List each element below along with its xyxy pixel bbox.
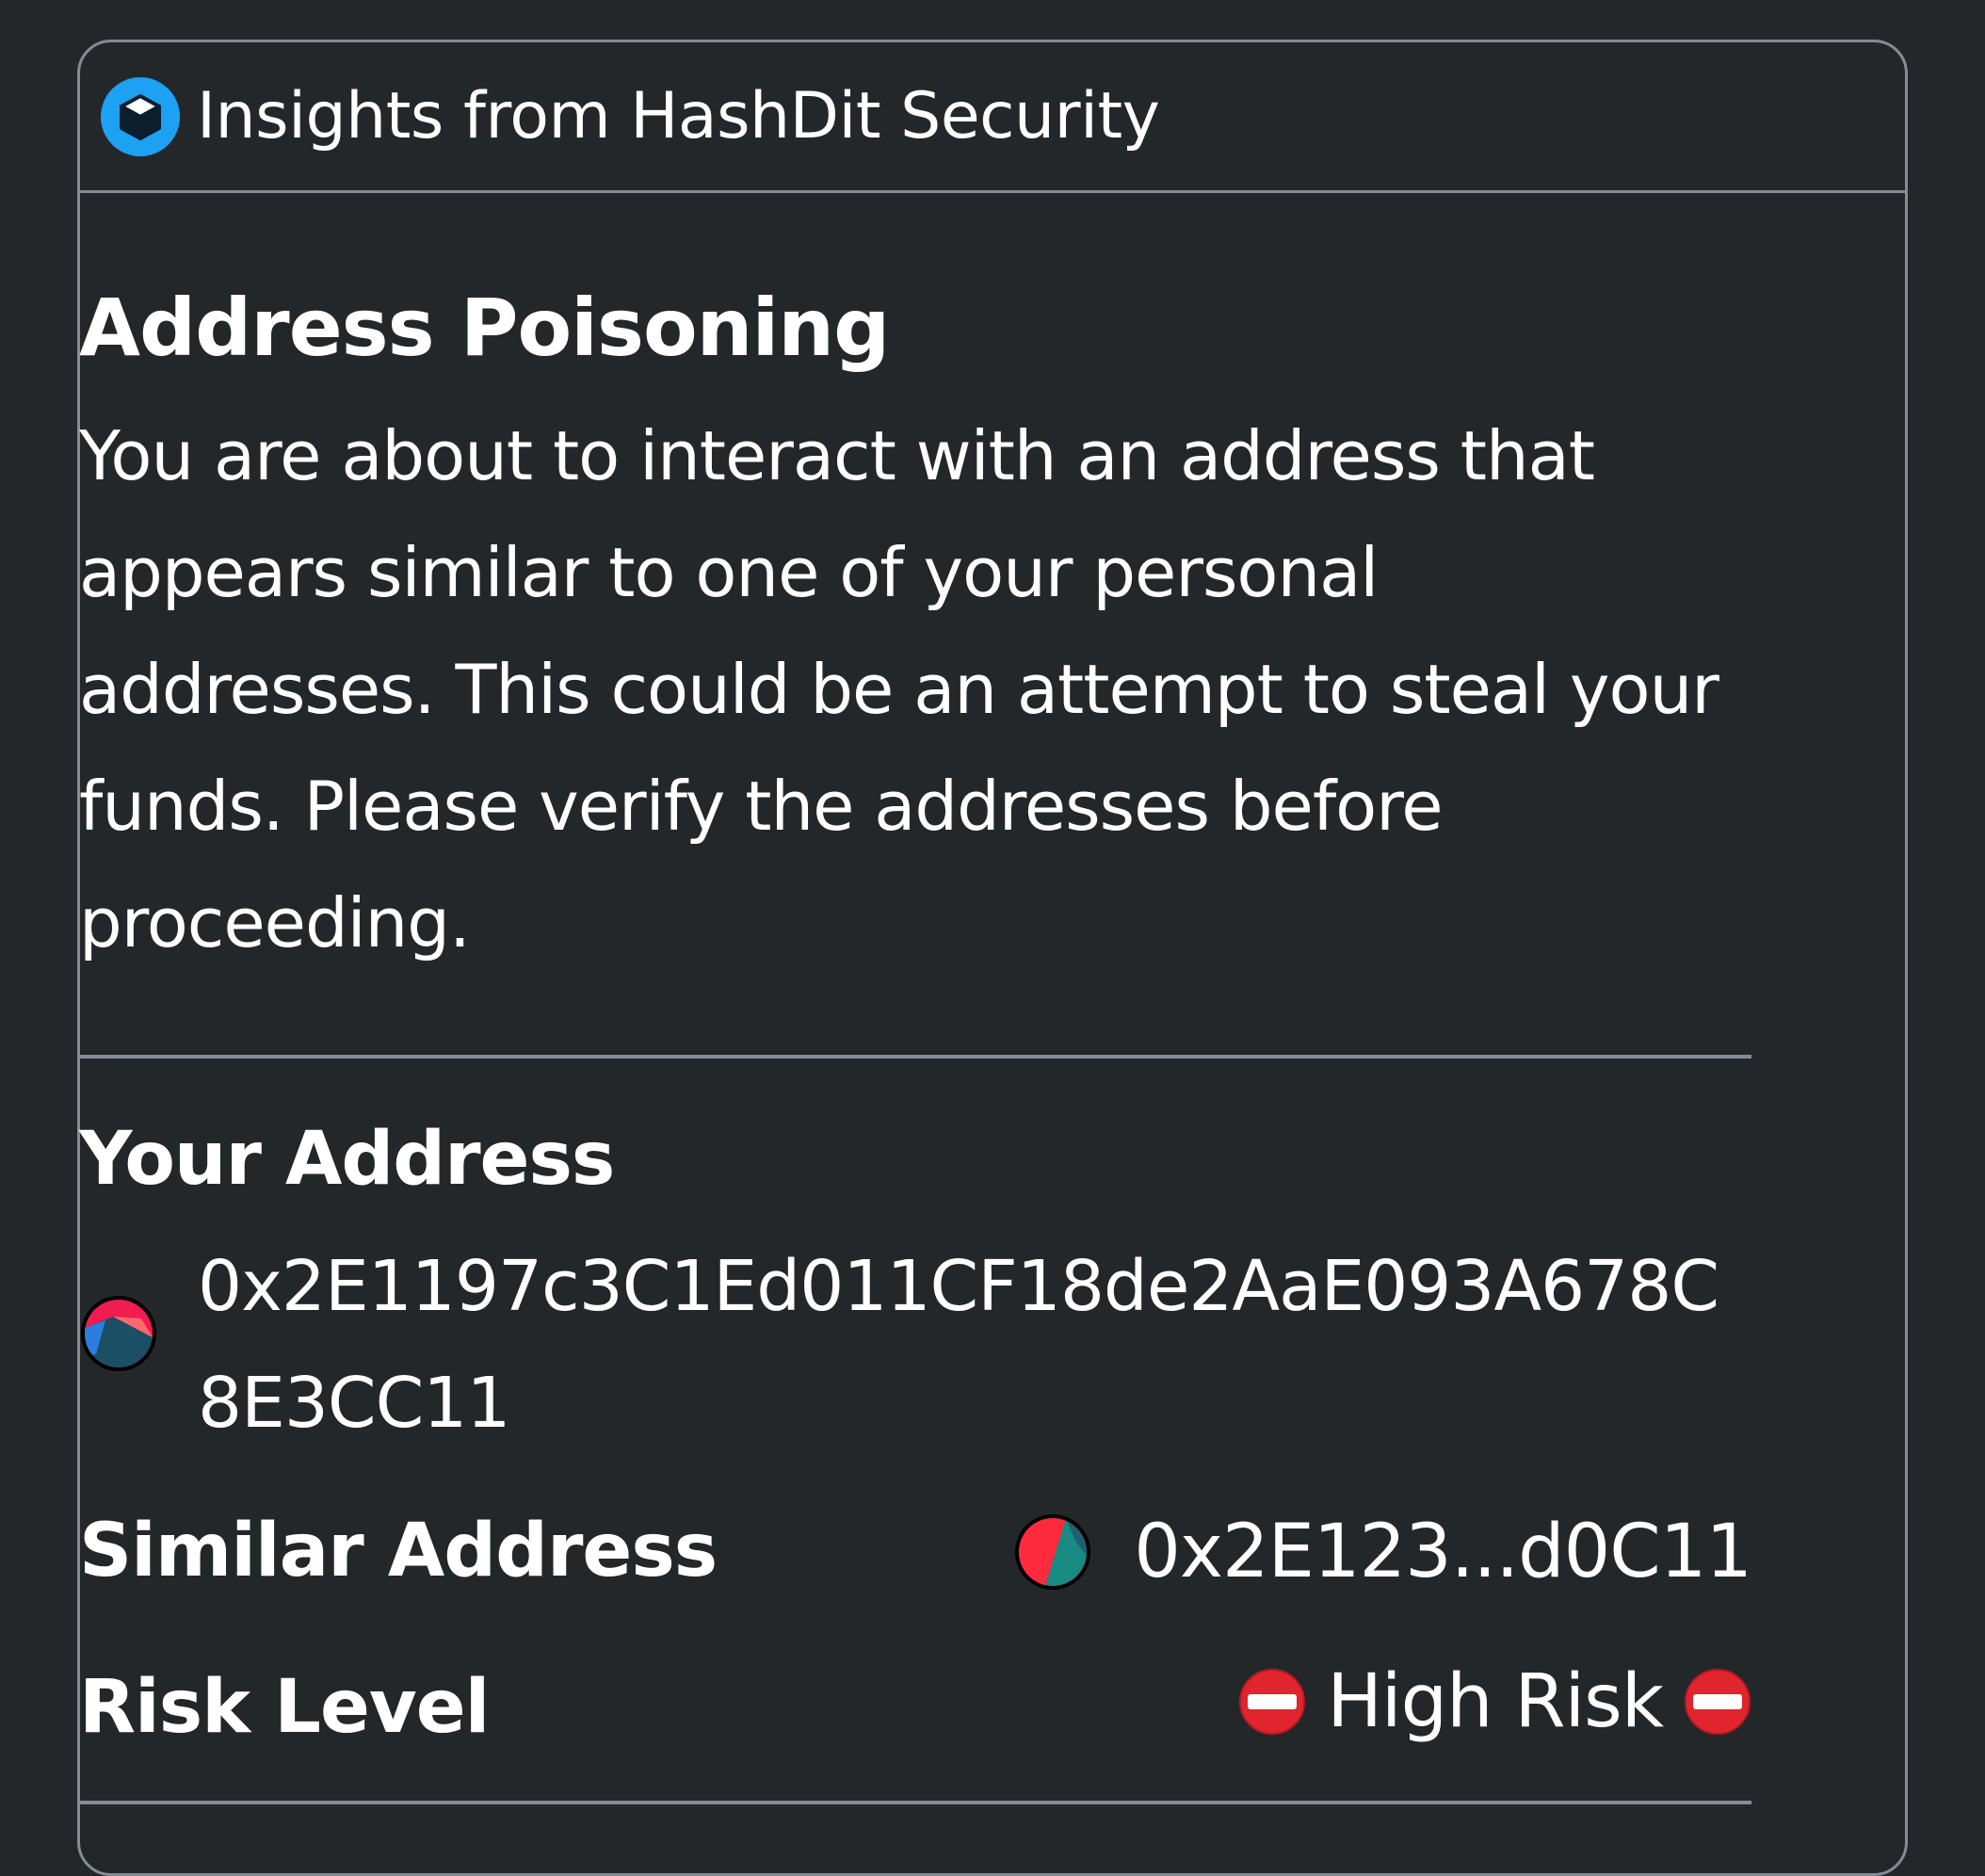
divider-bottom [79, 1801, 1751, 1804]
your-address-avatar-icon [81, 1296, 156, 1371]
no-entry-icon [1684, 1668, 1751, 1736]
insights-header-title: Insights from HashDit Security [197, 78, 1160, 154]
risk-level-value-group: High Risk [1238, 1665, 1751, 1739]
divider-top [79, 1055, 1751, 1059]
cube-icon [101, 76, 180, 156]
your-address-value[interactable]: 0x2E1197c3C1Ed011CF18de2AaE093A678C8E3CC… [198, 1228, 1761, 1462]
insight-title: Address Poisoning [79, 282, 890, 374]
similar-address-label: Similar Address [79, 1509, 718, 1593]
insight-description: You are about to interact with an addres… [79, 416, 1719, 962]
risk-level-value: High Risk [1327, 1659, 1664, 1744]
insights-header: Insights from HashDit Security [80, 42, 1905, 193]
similar-address-avatar-icon [1015, 1514, 1091, 1590]
similar-address-value: 0x2E123...d0C11 [1134, 1510, 1752, 1594]
no-entry-icon [1238, 1668, 1306, 1736]
your-address-label: Your Address [79, 1117, 615, 1202]
similar-address-row[interactable]: 0x2E123...d0C11 [1015, 1510, 1752, 1594]
risk-level-label: Risk Level [79, 1665, 490, 1750]
